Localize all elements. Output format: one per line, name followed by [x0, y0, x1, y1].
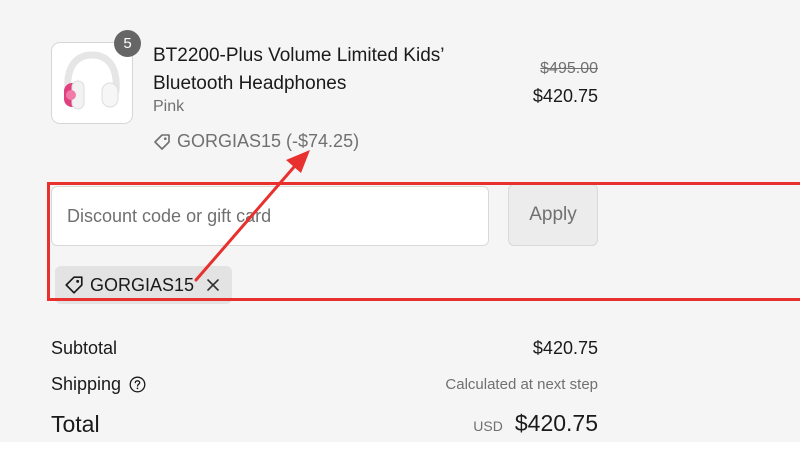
total-value: $420.75 — [514, 410, 598, 436]
compare-at-price: $495.00 — [540, 60, 598, 77]
quantity-badge: 5 — [114, 30, 141, 57]
shipping-row-label: Shipping — [51, 374, 146, 395]
product-title: BT2200-Plus Volume Limited Kids’ Bluetoo… — [153, 45, 444, 94]
subtotal-value: $420.75 — [532, 338, 598, 358]
help-icon[interactable] — [129, 376, 146, 393]
currency-code: USD — [473, 418, 503, 434]
shipping-value: Calculated at next step — [445, 376, 598, 393]
total-label: Total — [51, 411, 100, 437]
page-bottom-band — [0, 442, 800, 460]
applied-discount: GORGIAS15 (-$74.25) — [153, 131, 359, 152]
shipping-label: Shipping — [51, 374, 122, 394]
subtotal-label: Subtotal — [51, 338, 118, 358]
total-amount: USD $420.75 — [473, 410, 598, 437]
annotation-highlight-box — [47, 182, 800, 301]
tag-icon — [154, 133, 170, 150]
product-variant: Pink — [153, 98, 185, 115]
product-price: $420.75 — [532, 86, 598, 106]
applied-discount-text: GORGIAS15 (-$74.25) — [177, 131, 360, 151]
